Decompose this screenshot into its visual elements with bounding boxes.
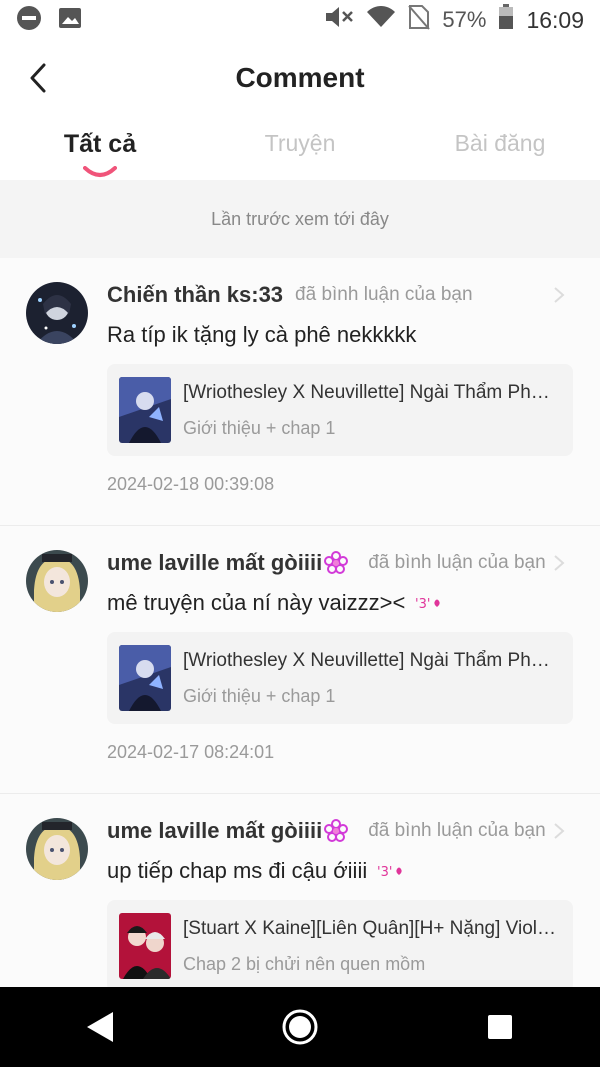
comment-item[interactable]: ume laville mất gòiiii đã bình luận của … [0,526,600,794]
chevron-right-icon [554,555,565,571]
svg-text:'3': '3' [415,597,430,612]
comment-item[interactable]: ume laville mất gòiiii đã bình luận của … [0,794,600,988]
action-text: đã bình luận của bạn [368,552,546,573]
timestamp: 2024-02-18 00:39:08 [107,474,275,494]
username[interactable]: Chiến thần ks:33 [107,282,283,308]
chevron-right-icon [554,823,565,839]
chapter-label: Giới thiệu + chap 1 [183,686,336,706]
tab-label: Tất cả [63,130,137,158]
comment-body: mê truyện của ní này vaizzz>< [107,590,406,615]
comment-list: Chiến thần ks:33 đã bình luận của bạn Ra… [0,258,600,988]
battery-percent: 57% [442,7,487,32]
timestamp: 2024-02-17 08:24:01 [107,742,275,762]
chapter-label: Chap 2 bị chửi nên quen mồm [183,954,426,974]
kaomoji-kiss-icon: '3' [415,597,441,612]
chapter-label: Giới thiệu + chap 1 [183,418,336,438]
username[interactable]: ume laville mất gòiiii [107,550,322,576]
app-header: Comment [0,44,600,112]
tab-all[interactable]: Tất cả [0,112,200,180]
active-tab-indicator [83,166,117,177]
flower-badge-icon [324,819,349,842]
tab-label: Truyện [264,130,336,156]
mute-icon [324,5,354,35]
wifi-icon [366,5,396,35]
status-bar: 57% 16:09 [0,0,600,40]
square-recents-icon [488,1015,512,1039]
comment-body: Ra típ ik tặng ly cà phê nekkkkk [107,322,417,347]
tab-label: Bài đăng [454,130,546,156]
action-text: đã bình luận của bạn [295,284,473,305]
story-cover [119,913,171,979]
chevron-left-icon [30,63,46,93]
avatar[interactable] [26,282,88,344]
avatar[interactable] [26,818,88,880]
story-title: [Wriothesley X Neuvillette] Ngài Thẩm Ph… [183,650,559,671]
back-button[interactable] [18,56,58,100]
story-card[interactable]: [Wriothesley X Neuvillette] Ngài Thẩm Ph… [107,364,573,456]
battery-icon [498,4,514,36]
story-title: [Stuart X Kaine][Liên Quân][H+ Nặng] Vio… [183,918,559,939]
flower-badge-icon [324,551,349,574]
system-nav-bar [0,987,600,1067]
circle-home-icon [282,1009,318,1045]
story-cover [119,645,171,711]
tab-bar: Tất cả Truyện Bài đăng [0,112,600,180]
comment-text: Ra típ ik tặng ly cà phê nekkkkk [107,322,416,348]
image-notification-icon [58,6,82,35]
nav-recents-button[interactable] [470,997,530,1057]
avatar[interactable] [26,550,88,612]
last-seen-divider: Lần trước xem tới đây [0,180,600,258]
tab-stories[interactable]: Truyện [200,112,400,180]
story-cover [119,377,171,443]
clock: 16:09 [526,6,584,33]
story-card[interactable]: [Stuart X Kaine][Liên Quân][H+ Nặng] Vio… [107,900,573,988]
nav-home-button[interactable] [270,997,330,1057]
tab-posts[interactable]: Bài đăng [400,112,600,180]
svg-text:'3': '3' [377,865,392,880]
comment-text: up tiếp chap ms đi cậu ớiiii '3' [107,858,403,884]
nav-back-button[interactable] [70,997,130,1057]
comment-body: up tiếp chap ms đi cậu ớiiii [107,858,368,883]
comment-text: mê truyện của ní này vaizzz>< '3' [107,590,441,616]
no-sim-icon [408,4,431,36]
triangle-back-icon [87,1012,113,1042]
comment-item[interactable]: Chiến thần ks:33 đã bình luận của bạn Ra… [0,258,600,526]
chevron-right-icon [554,287,565,303]
do-not-disturb-icon [16,5,42,36]
action-text: đã bình luận của bạn [368,820,546,841]
story-title: [Wriothesley X Neuvillette] Ngài Thẩm Ph… [183,382,559,403]
username[interactable]: ume laville mất gòiiii [107,818,322,844]
story-card[interactable]: [Wriothesley X Neuvillette] Ngài Thẩm Ph… [107,632,573,724]
kaomoji-kiss-icon: '3' [377,865,402,880]
page-title: Comment [235,62,365,93]
